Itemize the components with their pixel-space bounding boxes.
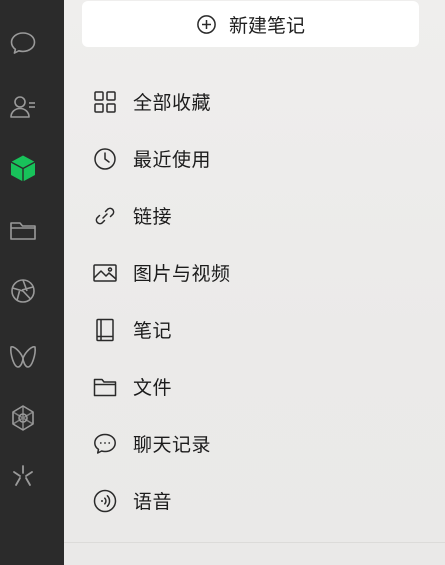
favorites-cube-icon[interactable] [8,153,38,183]
nav-item-label: 语音 [133,491,173,513]
notebook-icon [92,317,118,343]
chat-bubble-icon [92,431,118,457]
nav-item-links[interactable]: 链接 [64,187,445,244]
nav-item-files[interactable]: 文件 [64,358,445,415]
nav-item-images-videos[interactable]: 图片与视频 [64,244,445,301]
image-icon [92,260,118,286]
plus-circle-icon [196,14,217,35]
nav-item-label: 链接 [133,206,173,228]
bottom-divider [64,542,445,543]
nav-item-voice[interactable]: 语音 [64,472,445,529]
nav-item-label: 聊天记录 [133,434,212,456]
favorites-window: 新建笔记 全部收藏 最近使用 链接 图片与视频 笔记 文件 聊天记录 语音 [0,0,445,565]
sidebar-rail [0,0,64,565]
mini-programs-icon[interactable] [8,403,38,433]
voice-icon [92,488,118,514]
grid-icon [92,89,118,115]
link-icon [92,203,118,229]
nav-item-label: 笔记 [133,320,173,342]
clock-icon [92,146,118,172]
sparkle-icon[interactable] [8,460,38,490]
nav-item-notes[interactable]: 笔记 [64,301,445,358]
contacts-icon[interactable] [8,92,38,122]
aperture-icon[interactable] [8,276,38,306]
nav-item-recent[interactable]: 最近使用 [64,130,445,187]
nav-item-label: 全部收藏 [133,92,212,114]
nav-item-label: 文件 [133,377,173,399]
new-note-label: 新建笔记 [228,14,305,37]
new-note-button[interactable]: 新建笔记 [82,1,419,47]
nav-item-chat-history[interactable]: 聊天记录 [64,415,445,472]
chat-icon[interactable] [8,28,38,58]
favorites-nav: 全部收藏 最近使用 链接 图片与视频 笔记 文件 聊天记录 语音 [64,73,445,529]
folder-icon[interactable] [8,215,38,245]
butterfly-icon[interactable] [8,342,38,372]
folder-icon [92,374,118,400]
nav-item-label: 最近使用 [133,149,212,171]
nav-item-label: 图片与视频 [133,263,231,285]
nav-item-all-favorites[interactable]: 全部收藏 [64,73,445,130]
favorites-panel: 新建笔记 全部收藏 最近使用 链接 图片与视频 笔记 文件 聊天记录 语音 [64,0,445,565]
